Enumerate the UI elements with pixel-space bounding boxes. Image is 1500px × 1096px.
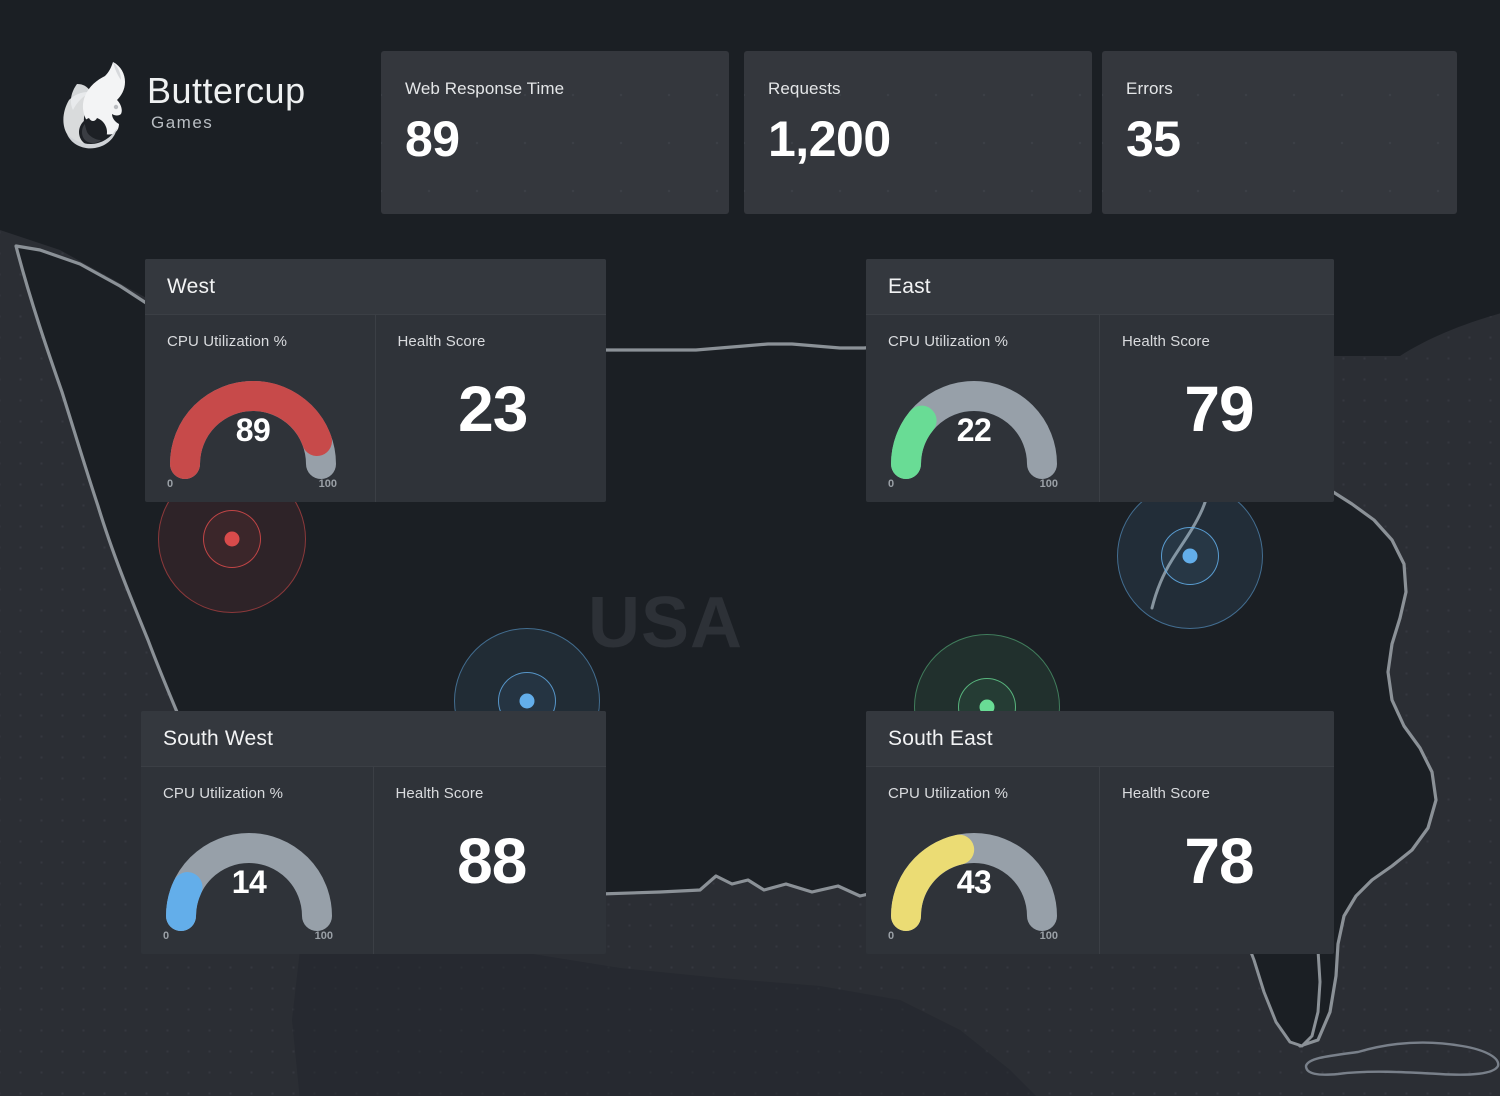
brand-name: Buttercup bbox=[147, 70, 306, 111]
panel-header: South East bbox=[866, 711, 1334, 767]
gauge-tick-max: 100 bbox=[318, 478, 337, 490]
panel-body: CPU Utilization % 22 0 100 Health Score … bbox=[866, 315, 1334, 502]
cpu-gauge-east: 22 bbox=[884, 360, 1064, 479]
cpu-utilization-cell: CPU Utilization % 22 0 100 bbox=[866, 315, 1100, 502]
cpu-gauge-west: 89 bbox=[163, 360, 343, 479]
health-score-label: Health Score bbox=[397, 333, 486, 350]
panel-title: South East bbox=[888, 726, 993, 750]
gauge-tick-labels: 0 100 bbox=[163, 478, 343, 492]
map-country-label: USA bbox=[588, 583, 744, 663]
health-score-value: 79 bbox=[1184, 373, 1254, 445]
marker-inner-ring bbox=[1161, 527, 1219, 585]
kpi-value: 89 bbox=[405, 111, 460, 167]
map-cuba bbox=[1304, 1041, 1500, 1076]
marker-inner-ring bbox=[203, 510, 261, 568]
health-score-value: 23 bbox=[458, 373, 528, 445]
brand-logo: Buttercup Games bbox=[55, 58, 355, 150]
marker-core-dot bbox=[1182, 548, 1198, 564]
cpu-utilization-label: CPU Utilization % bbox=[167, 333, 288, 350]
panel-title: South West bbox=[163, 726, 274, 750]
kpi-card-web-response-time[interactable]: Web Response Time 89 bbox=[381, 51, 729, 214]
region-panel-south-east[interactable]: South East CPU Utilization % 43 0 100 He… bbox=[866, 711, 1334, 954]
kpi-label: Errors bbox=[1126, 79, 1173, 98]
cpu-utilization-label: CPU Utilization % bbox=[888, 785, 1009, 802]
kpi-card-requests[interactable]: Requests 1,200 bbox=[744, 51, 1092, 214]
cpu-utilization-cell: CPU Utilization % 89 0 100 bbox=[145, 315, 376, 502]
region-panel-east[interactable]: East CPU Utilization % 22 0 100 Health S… bbox=[866, 259, 1334, 502]
gauge-tick-min: 0 bbox=[163, 930, 170, 942]
kpi-label: Web Response Time bbox=[405, 79, 565, 98]
kpi-card-errors[interactable]: Errors 35 bbox=[1102, 51, 1457, 214]
gauge-tick-min: 0 bbox=[888, 478, 895, 490]
panel-header: South West bbox=[141, 711, 606, 767]
region-panel-south-west[interactable]: South West CPU Utilization % 14 0 100 He… bbox=[141, 711, 606, 954]
health-score-cell: Health Score 79 bbox=[1100, 315, 1334, 502]
cpu-utilization-cell: CPU Utilization % 43 0 100 bbox=[866, 767, 1100, 954]
health-score-label: Health Score bbox=[1122, 333, 1210, 350]
cpu-gauge-south-east: 43 bbox=[884, 812, 1064, 931]
health-score-cell: Health Score 88 bbox=[374, 767, 607, 954]
health-score-value: 88 bbox=[457, 825, 527, 897]
region-panel-west[interactable]: West CPU Utilization % 89 0 100 Health S… bbox=[145, 259, 606, 502]
panel-body: CPU Utilization % 89 0 100 Health Score … bbox=[145, 315, 606, 502]
cpu-gauge-value: 43 bbox=[956, 864, 992, 900]
health-score-value: 78 bbox=[1184, 825, 1254, 897]
marker-outer-ring bbox=[1117, 483, 1263, 629]
panel-header: East bbox=[866, 259, 1334, 315]
gauge-tick-labels: 0 100 bbox=[884, 930, 1064, 944]
cpu-gauge-south-west: 14 bbox=[159, 812, 339, 931]
health-score-cell: Health Score 23 bbox=[376, 315, 607, 502]
gauge-tick-min: 0 bbox=[167, 478, 174, 490]
cpu-gauge-value: 89 bbox=[235, 412, 271, 448]
kpi-value: 35 bbox=[1126, 111, 1181, 167]
health-score-cell: Health Score 78 bbox=[1100, 767, 1334, 954]
gauge-tick-labels: 0 100 bbox=[159, 930, 339, 944]
health-score-label: Health Score bbox=[395, 785, 484, 802]
gauge-tick-max: 100 bbox=[1039, 930, 1058, 942]
gauge-tick-min: 0 bbox=[888, 930, 895, 942]
cpu-utilization-label: CPU Utilization % bbox=[888, 333, 1009, 350]
panel-title: West bbox=[167, 274, 216, 298]
gauge-tick-max: 100 bbox=[1039, 478, 1058, 490]
dashboard-root: USA Buttercup Games Web Response Time 89… bbox=[0, 0, 1500, 1096]
gauge-tick-labels: 0 100 bbox=[884, 478, 1064, 492]
cpu-utilization-cell: CPU Utilization % 14 0 100 bbox=[141, 767, 374, 954]
horse-head-logo-icon bbox=[63, 62, 125, 149]
panel-body: CPU Utilization % 14 0 100 Health Score … bbox=[141, 767, 606, 954]
marker-core-dot bbox=[224, 531, 240, 547]
gauge-tick-max: 100 bbox=[314, 930, 333, 942]
kpi-value: 1,200 bbox=[768, 111, 891, 167]
marker-core-dot bbox=[519, 693, 535, 709]
brand-tagline: Games bbox=[151, 113, 214, 132]
health-score-label: Health Score bbox=[1122, 785, 1210, 802]
panel-title: East bbox=[888, 274, 931, 298]
cpu-gauge-value: 14 bbox=[231, 864, 267, 900]
panel-header: West bbox=[145, 259, 606, 315]
panel-body: CPU Utilization % 43 0 100 Health Score … bbox=[866, 767, 1334, 954]
cpu-utilization-label: CPU Utilization % bbox=[163, 785, 284, 802]
cpu-gauge-value: 22 bbox=[956, 412, 992, 448]
kpi-label: Requests bbox=[768, 79, 841, 98]
